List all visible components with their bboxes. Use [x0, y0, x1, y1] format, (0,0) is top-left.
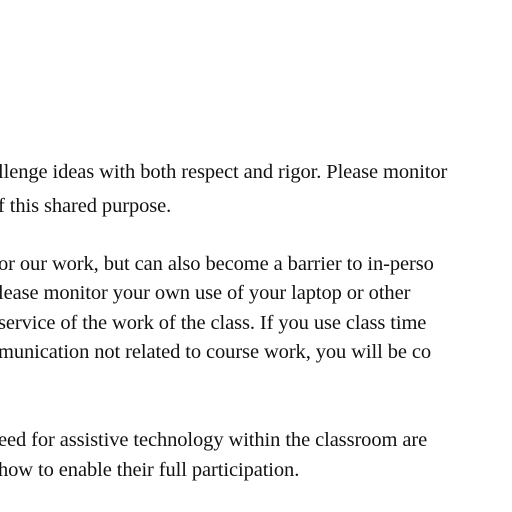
paragraph-2-line-3: service of the work of the class. If you…: [0, 312, 427, 334]
paragraph-1-line-1: llenge ideas with both respect and rigor…: [0, 161, 448, 183]
paragraph-3-line-2: how to enable their full participation.: [0, 459, 300, 481]
document-page: llenge ideas with both respect and rigor…: [0, 0, 512, 512]
paragraph-1-line-2: f this shared purpose.: [0, 195, 172, 217]
paragraph-2-line-4: munication not related to course work, y…: [0, 341, 432, 363]
paragraph-3-line-1: eed for assistive technology within the …: [0, 429, 428, 451]
paragraph-2-line-1: or our work, but can also become a barri…: [0, 253, 434, 275]
paragraph-2-line-2: lease monitor your own use of your lapto…: [0, 282, 411, 304]
